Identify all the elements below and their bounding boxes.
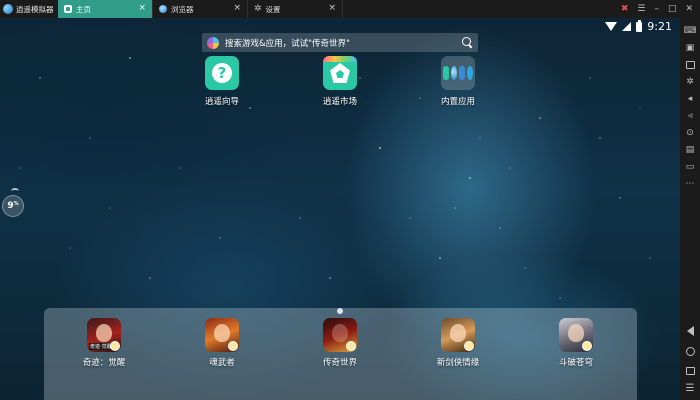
app-label: 奇迹：觉醒 xyxy=(82,358,126,368)
floating-widget-arc xyxy=(11,188,19,194)
home-nav-icon[interactable] xyxy=(680,347,700,356)
status-bar: 9:21 xyxy=(605,19,672,33)
window-controls: ✖ ☰ – □ ✕ xyxy=(621,0,700,18)
dock-app-jianxia[interactable]: 新剑侠情缘 xyxy=(418,318,498,368)
widget-unit: % xyxy=(13,201,19,207)
tab-label: 主页 xyxy=(76,4,91,14)
title-bar: 逍遥模拟器 主页 × 浏览器 × ✲ 设置 × ✖ ☰ – □ ✕ xyxy=(0,0,700,18)
menu-icon[interactable]: ☰ xyxy=(637,4,645,14)
dock-app-miracle[interactable]: 奇迹·觉醒 奇迹：觉醒 xyxy=(64,318,144,368)
battery-icon xyxy=(636,19,643,32)
floating-performance-widget[interactable]: 9% xyxy=(2,195,24,217)
app-label: 逍遥向导 xyxy=(204,97,239,107)
search-bar[interactable]: 搜索游戏&应用，试试"传奇世界" xyxy=(202,33,478,52)
question-icon: ? xyxy=(205,56,239,90)
minimize-icon[interactable]: – xyxy=(654,4,659,14)
back-icon[interactable] xyxy=(680,326,700,336)
volume-up-icon[interactable]: ◂ xyxy=(683,92,697,106)
app-label: 魂武者 xyxy=(209,358,235,368)
browser-icon xyxy=(159,5,167,13)
game-miracle-icon: 奇迹·觉醒 xyxy=(87,318,121,352)
dock-app-hunwuzhe[interactable]: 魂武者 xyxy=(182,318,262,368)
android-home-screen: 9:21 搜索游戏&应用，试试"传奇世界" ? 逍遥向导 逍遥市场 内置应用 9… xyxy=(0,18,680,400)
tab-settings[interactable]: ✲ 设置 × xyxy=(248,0,342,18)
dock: 奇迹·觉醒 奇迹：觉醒 魂武者 传奇世界 新剑侠情缘 斗破苍穹 xyxy=(44,308,637,400)
close-icon[interactable]: × xyxy=(328,3,336,13)
search-logo-icon xyxy=(207,36,219,49)
keyboard-icon[interactable]: ⌨ xyxy=(683,24,697,38)
app-label: 内置应用 xyxy=(440,97,475,107)
emulator-window: 逍遥模拟器 主页 × 浏览器 × ✲ 设置 × ✖ ☰ – □ ✕ 9:21 搜… xyxy=(0,0,700,400)
app-label: 传奇世界 xyxy=(322,358,357,368)
clock: 9:21 xyxy=(647,20,672,33)
app-builtin-folder[interactable]: 内置应用 xyxy=(428,56,488,107)
more-icon[interactable]: ⋯ xyxy=(683,177,697,191)
app-label: 逍遥市场 xyxy=(322,97,357,107)
dock-app-chuanqi[interactable]: 传奇世界 xyxy=(300,318,380,368)
close-icon[interactable]: × xyxy=(138,3,146,13)
signal-icon xyxy=(622,22,632,31)
tab-label: 浏览器 xyxy=(171,4,194,14)
app-label: 新剑侠情缘 xyxy=(436,358,480,368)
folder-icon xyxy=(441,56,475,90)
maximize-icon[interactable]: □ xyxy=(668,4,677,14)
search-icon[interactable] xyxy=(462,37,473,48)
wifi-icon xyxy=(605,22,618,31)
market-icon xyxy=(323,56,357,90)
tab-home[interactable]: 主页 × xyxy=(58,0,152,18)
app-logo: 逍遥模拟器 xyxy=(0,0,58,18)
tab-label: 设置 xyxy=(265,4,281,14)
close-icon[interactable]: × xyxy=(233,3,241,13)
search-input[interactable]: 搜索游戏&应用，试试"传奇世界" xyxy=(225,37,350,49)
tools-icon[interactable]: ✖ xyxy=(621,4,629,14)
folder-icon[interactable]: ▭ xyxy=(683,160,697,174)
app-xiaoyao-guide[interactable]: ? 逍遥向导 xyxy=(192,56,252,107)
game-jianxia-icon xyxy=(441,318,475,352)
location-icon[interactable]: ⊙ xyxy=(683,126,697,140)
gear-icon: ✲ xyxy=(254,4,262,14)
volume-down-icon[interactable]: ◃ xyxy=(683,109,697,123)
emulator-logo-icon xyxy=(3,4,13,14)
settings-gear-icon[interactable]: ✲ xyxy=(683,75,697,89)
window-icon[interactable] xyxy=(683,58,697,72)
menu-icon[interactable]: ☰ xyxy=(680,383,700,394)
recents-icon[interactable] xyxy=(680,367,700,375)
emulator-sidebar: ⌨ ▣ ✲ ◂ ◃ ⊙ ▤ ▭ ⋯ ☰ xyxy=(680,18,700,400)
tab-browser[interactable]: 浏览器 × xyxy=(153,0,247,18)
game-chuanqi-icon xyxy=(323,318,357,352)
window-close-icon[interactable]: ✕ xyxy=(685,4,693,14)
home-icon xyxy=(64,5,72,13)
app-name: 逍遥模拟器 xyxy=(16,4,54,14)
app-xiaoyao-market[interactable]: 逍遥市场 xyxy=(310,56,370,107)
app-label: 斗破苍穹 xyxy=(558,358,593,368)
game-hunwuzhe-icon xyxy=(205,318,239,352)
dock-app-doupo[interactable]: 斗破苍穹 xyxy=(536,318,616,368)
screenshot-icon[interactable]: ▣ xyxy=(683,41,697,55)
game-doupo-icon xyxy=(559,318,593,352)
apk-icon[interactable]: ▤ xyxy=(683,143,697,157)
